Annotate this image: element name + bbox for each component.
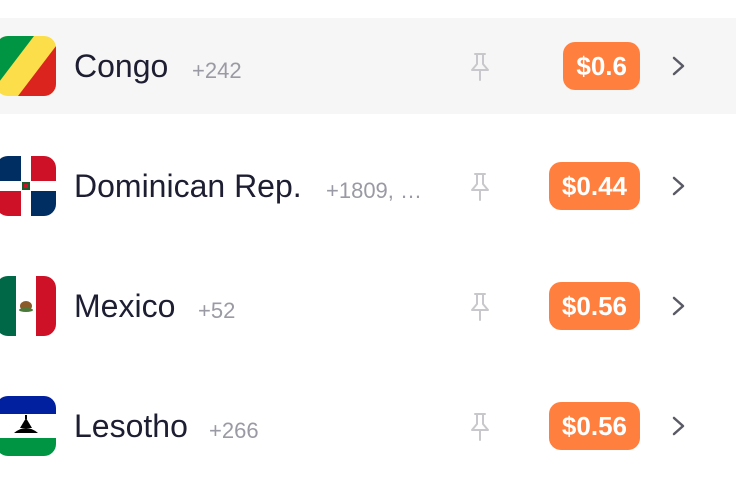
- country-list: Congo +242 $0.6 Dominican Rep. +1809, +…: [0, 0, 736, 490]
- price-badge: $0.6: [563, 42, 640, 90]
- country-name: Congo: [74, 48, 169, 84]
- pin-icon[interactable]: [467, 292, 493, 322]
- lesotho-flag-icon: [0, 396, 56, 456]
- dial-code: +1809, +…: [326, 178, 432, 203]
- country-row-congo[interactable]: Congo +242 $0.6: [0, 18, 736, 114]
- country-name: Dominican Rep.: [74, 168, 302, 204]
- chevron-right-icon[interactable]: [668, 54, 690, 78]
- dial-code: +266: [209, 418, 259, 443]
- dominican-republic-flag-icon: [0, 156, 56, 216]
- country-row-lesotho[interactable]: Lesotho +266 $0.56: [0, 378, 736, 474]
- mexico-flag-icon: [0, 276, 56, 336]
- country-row-dominican-rep[interactable]: Dominican Rep. +1809, +… $0.44: [0, 138, 736, 234]
- pin-icon[interactable]: [467, 412, 493, 442]
- country-name: Lesotho: [74, 408, 188, 444]
- country-name: Mexico: [74, 288, 176, 324]
- chevron-right-icon[interactable]: [668, 294, 690, 318]
- price-badge: $0.56: [548, 282, 640, 330]
- price-badge: $0.44: [548, 162, 640, 210]
- pin-icon[interactable]: [467, 172, 493, 202]
- chevron-right-icon[interactable]: [668, 174, 690, 198]
- chevron-right-icon[interactable]: [668, 414, 690, 438]
- congo-flag-icon: [0, 36, 56, 96]
- country-row-mexico[interactable]: Mexico +52 $0.56: [0, 258, 736, 354]
- price-badge: $0.56: [548, 402, 640, 450]
- pin-icon[interactable]: [467, 52, 493, 82]
- dial-code: +52: [198, 298, 236, 323]
- dial-code: +242: [192, 58, 242, 83]
